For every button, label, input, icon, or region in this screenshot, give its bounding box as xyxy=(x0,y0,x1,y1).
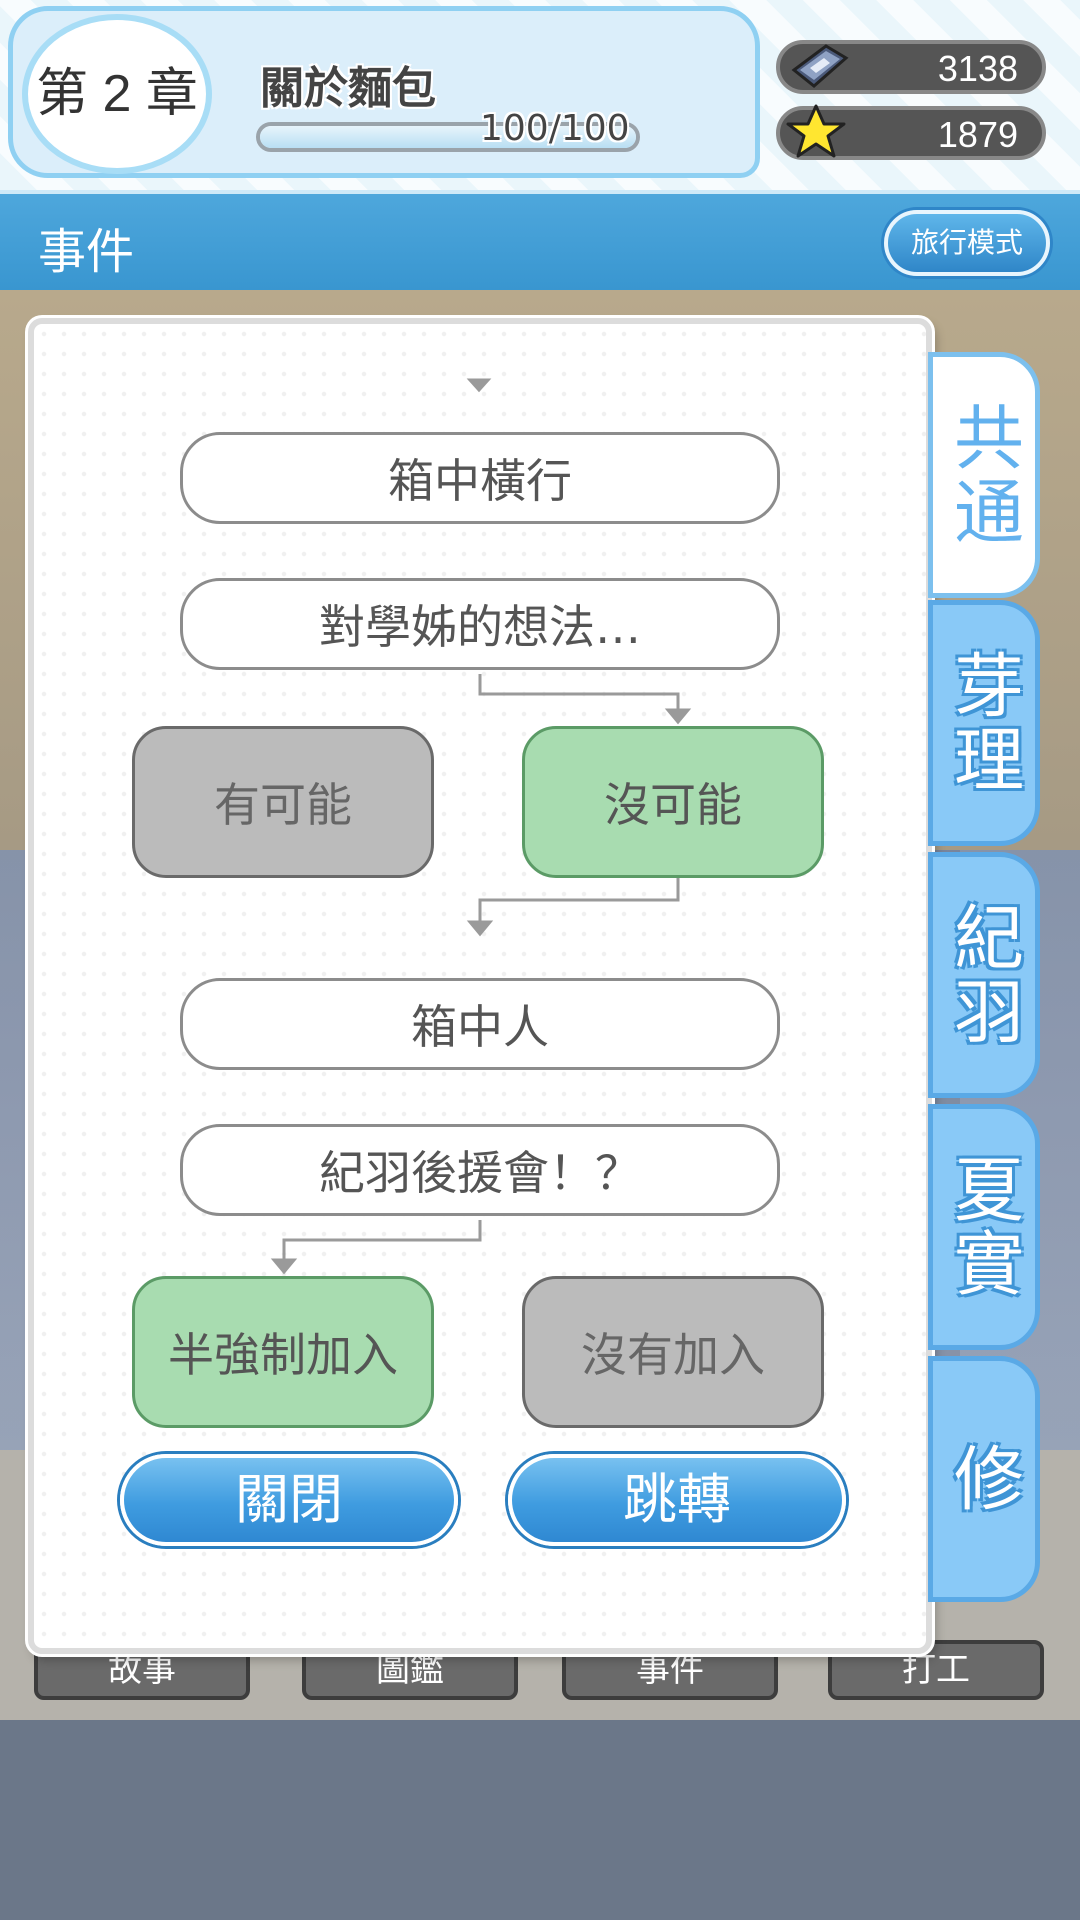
ticket-gem-icon xyxy=(791,44,849,88)
flow-node[interactable]: 對學姊的想法… xyxy=(180,578,780,670)
tab-mari[interactable]: 芽理 xyxy=(928,600,1040,846)
connector-line xyxy=(478,674,680,712)
top-hud: 第 2 章 關於麵包 100/100 3138 1879 xyxy=(0,0,1080,190)
choice-option-selected[interactable]: 半強制加入 xyxy=(132,1276,434,1428)
choice-option[interactable]: 沒有加入 xyxy=(522,1276,824,1428)
flow-node[interactable]: 紀羽後援會！？ xyxy=(180,1124,780,1216)
bottom-area xyxy=(0,1720,1080,1920)
tab-natsumi[interactable]: 夏實 xyxy=(928,1104,1040,1350)
tab-common[interactable]: 共通 xyxy=(928,352,1040,598)
connector-arrow xyxy=(466,920,494,937)
choice-option[interactable]: 有可能 xyxy=(132,726,434,878)
connector-line xyxy=(282,1220,482,1262)
star-count: 1879 xyxy=(937,114,1018,155)
chapter-progress-text: 100/100 xyxy=(480,108,630,149)
choice-option-selected[interactable]: 沒可能 xyxy=(522,726,824,878)
flow-node[interactable]: 箱中人 xyxy=(180,978,780,1070)
star-icon xyxy=(786,104,846,158)
gem-count: 3138 xyxy=(937,48,1018,89)
connector-arrow xyxy=(270,1258,298,1275)
currency-gems: 3138 xyxy=(776,40,1046,94)
chapter-number: 第 2 章 xyxy=(22,14,212,174)
scroll-up-indicator xyxy=(466,378,492,393)
currency-stars: 1879 xyxy=(776,104,1046,160)
event-header: 事件 旅行模式 xyxy=(0,190,1080,290)
connector-arrow xyxy=(664,708,692,725)
page-title: 事件 xyxy=(38,224,135,280)
tab-osamu[interactable]: 修 xyxy=(928,1356,1040,1602)
connector-line xyxy=(478,878,680,924)
tab-kiu[interactable]: 紀羽 xyxy=(928,852,1040,1098)
close-button[interactable]: 關閉 xyxy=(120,1454,458,1546)
flow-node[interactable]: 箱中橫行 xyxy=(180,432,780,524)
travel-mode-button[interactable]: 旅行模式 xyxy=(884,210,1050,276)
jump-button[interactable]: 跳轉 xyxy=(508,1454,846,1546)
chapter-title: 關於麵包 xyxy=(260,63,436,114)
